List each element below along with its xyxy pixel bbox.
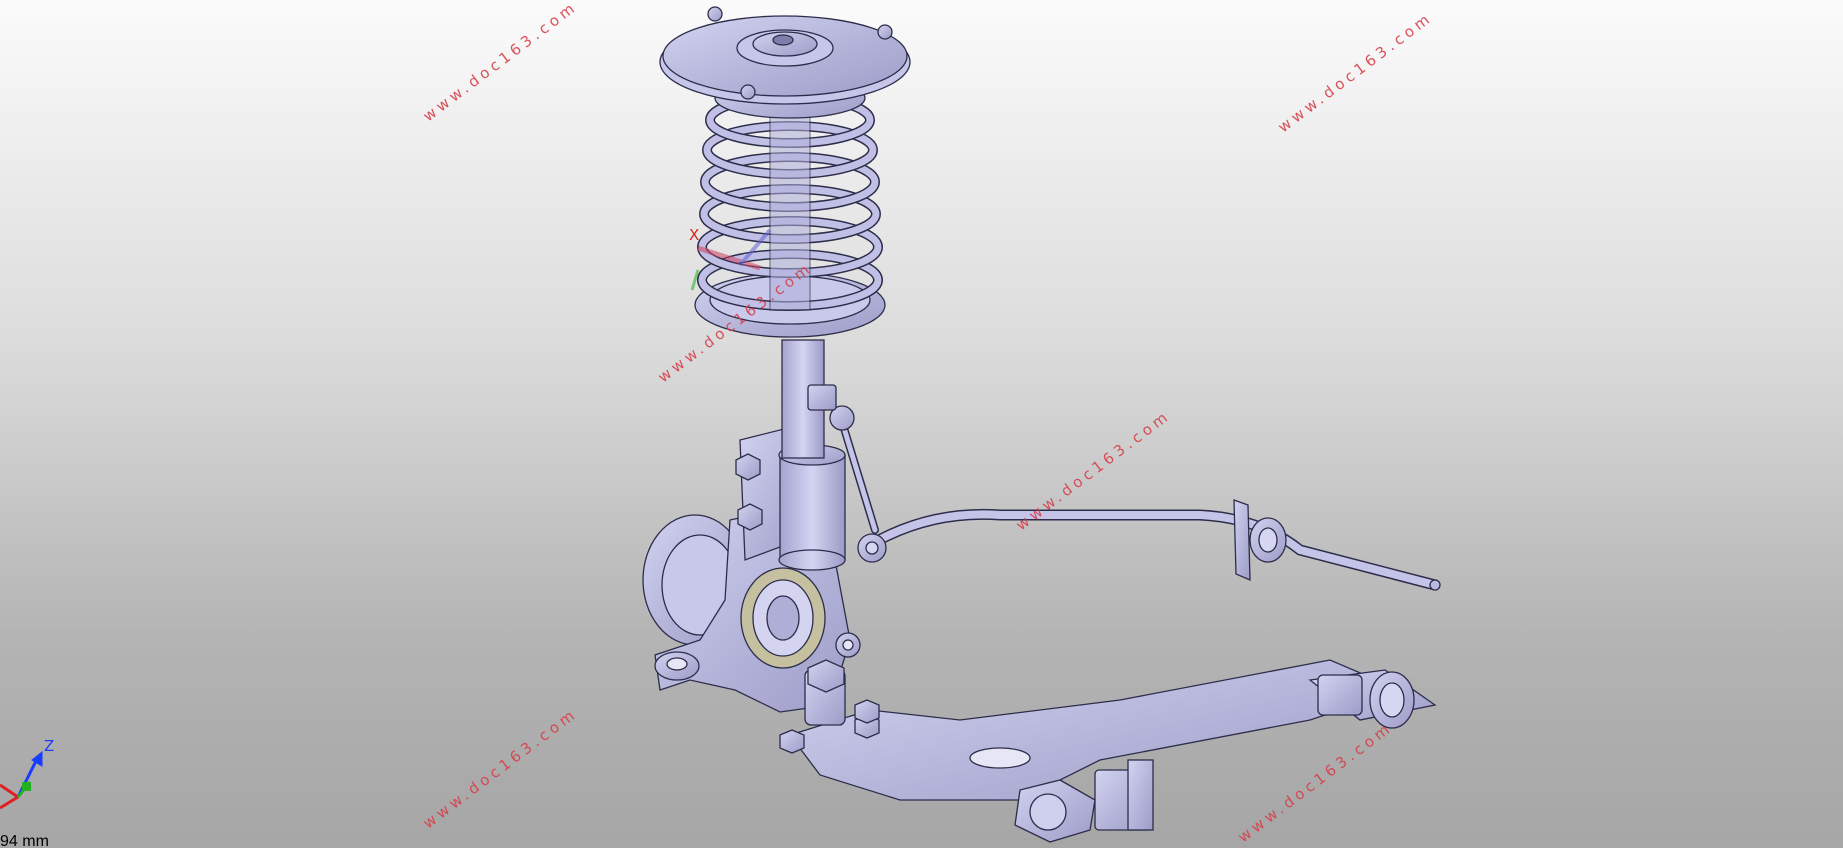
anti-roll-bar-clamp: [1233, 499, 1287, 581]
anti-roll-bar: [864, 508, 1441, 591]
damper-body: [778, 339, 846, 571]
triad-z-label: Z: [44, 737, 55, 755]
strut-top-mount: [659, 6, 911, 105]
suspension-assembly-model[interactable]: [0, 0, 1843, 848]
lower-control-arm: [788, 659, 1437, 843]
3d-viewport[interactable]: www.doc163.com www.doc163.com www.doc163…: [0, 0, 1843, 850]
axis-triad: [0, 750, 43, 810]
compass-x-label: X: [689, 226, 700, 244]
coil-spring: [694, 77, 886, 338]
